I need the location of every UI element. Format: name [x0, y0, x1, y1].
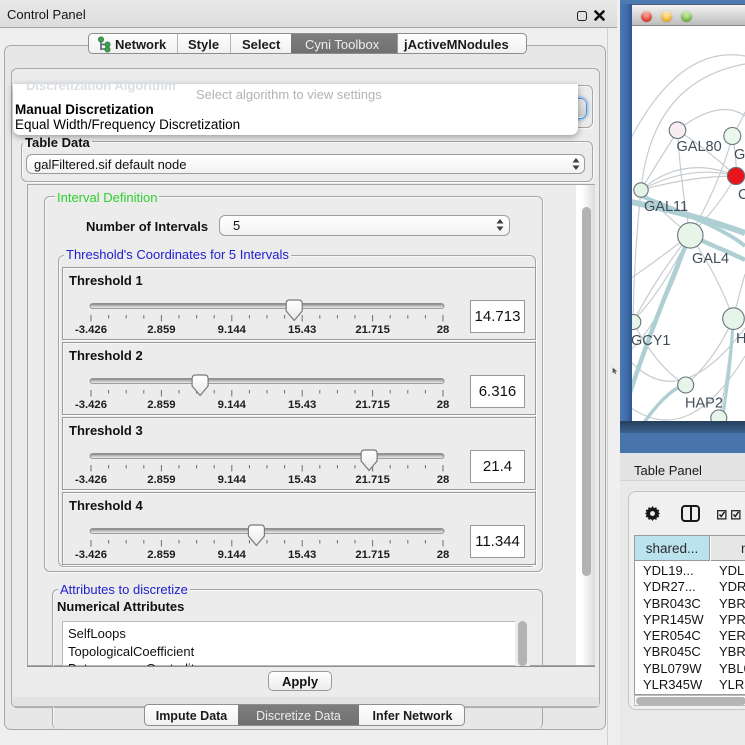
- svg-text:28: 28: [437, 324, 450, 336]
- svg-text:2.859: 2.859: [147, 399, 175, 411]
- svg-text:HAP2: HAP2: [685, 396, 723, 412]
- svg-text:GCY1: GCY1: [632, 333, 671, 349]
- svg-text:C: C: [738, 187, 745, 203]
- svg-text:-3.426: -3.426: [75, 474, 107, 486]
- svg-text:21.715: 21.715: [355, 399, 390, 411]
- svg-text:28: 28: [437, 399, 450, 411]
- svg-text:15.43: 15.43: [288, 474, 316, 486]
- svg-text:21.715: 21.715: [355, 324, 390, 336]
- svg-text:2.859: 2.859: [147, 474, 175, 486]
- svg-text:9.144: 9.144: [218, 474, 247, 486]
- svg-text:21.715: 21.715: [355, 549, 390, 561]
- svg-text:GAL11: GAL11: [644, 199, 688, 215]
- svg-text:G: G: [734, 147, 745, 163]
- svg-text:GAL80: GAL80: [677, 139, 722, 155]
- svg-text:GAL4: GAL4: [692, 251, 729, 267]
- svg-text:9.144: 9.144: [218, 399, 247, 411]
- svg-text:-3.426: -3.426: [75, 324, 107, 336]
- svg-text:15.43: 15.43: [288, 324, 316, 336]
- svg-text:H: H: [736, 331, 745, 347]
- svg-text:-3.426: -3.426: [75, 549, 107, 561]
- svg-text:2.859: 2.859: [147, 549, 175, 561]
- svg-text:2.859: 2.859: [147, 324, 175, 336]
- svg-text:9.144: 9.144: [218, 549, 247, 561]
- svg-text:15.43: 15.43: [288, 399, 316, 411]
- svg-text:15.43: 15.43: [288, 549, 316, 561]
- svg-text:28: 28: [437, 549, 450, 561]
- svg-text:21.715: 21.715: [355, 474, 390, 486]
- svg-text:-3.426: -3.426: [75, 399, 107, 411]
- svg-text:28: 28: [437, 474, 450, 486]
- svg-text:9.144: 9.144: [218, 324, 247, 336]
